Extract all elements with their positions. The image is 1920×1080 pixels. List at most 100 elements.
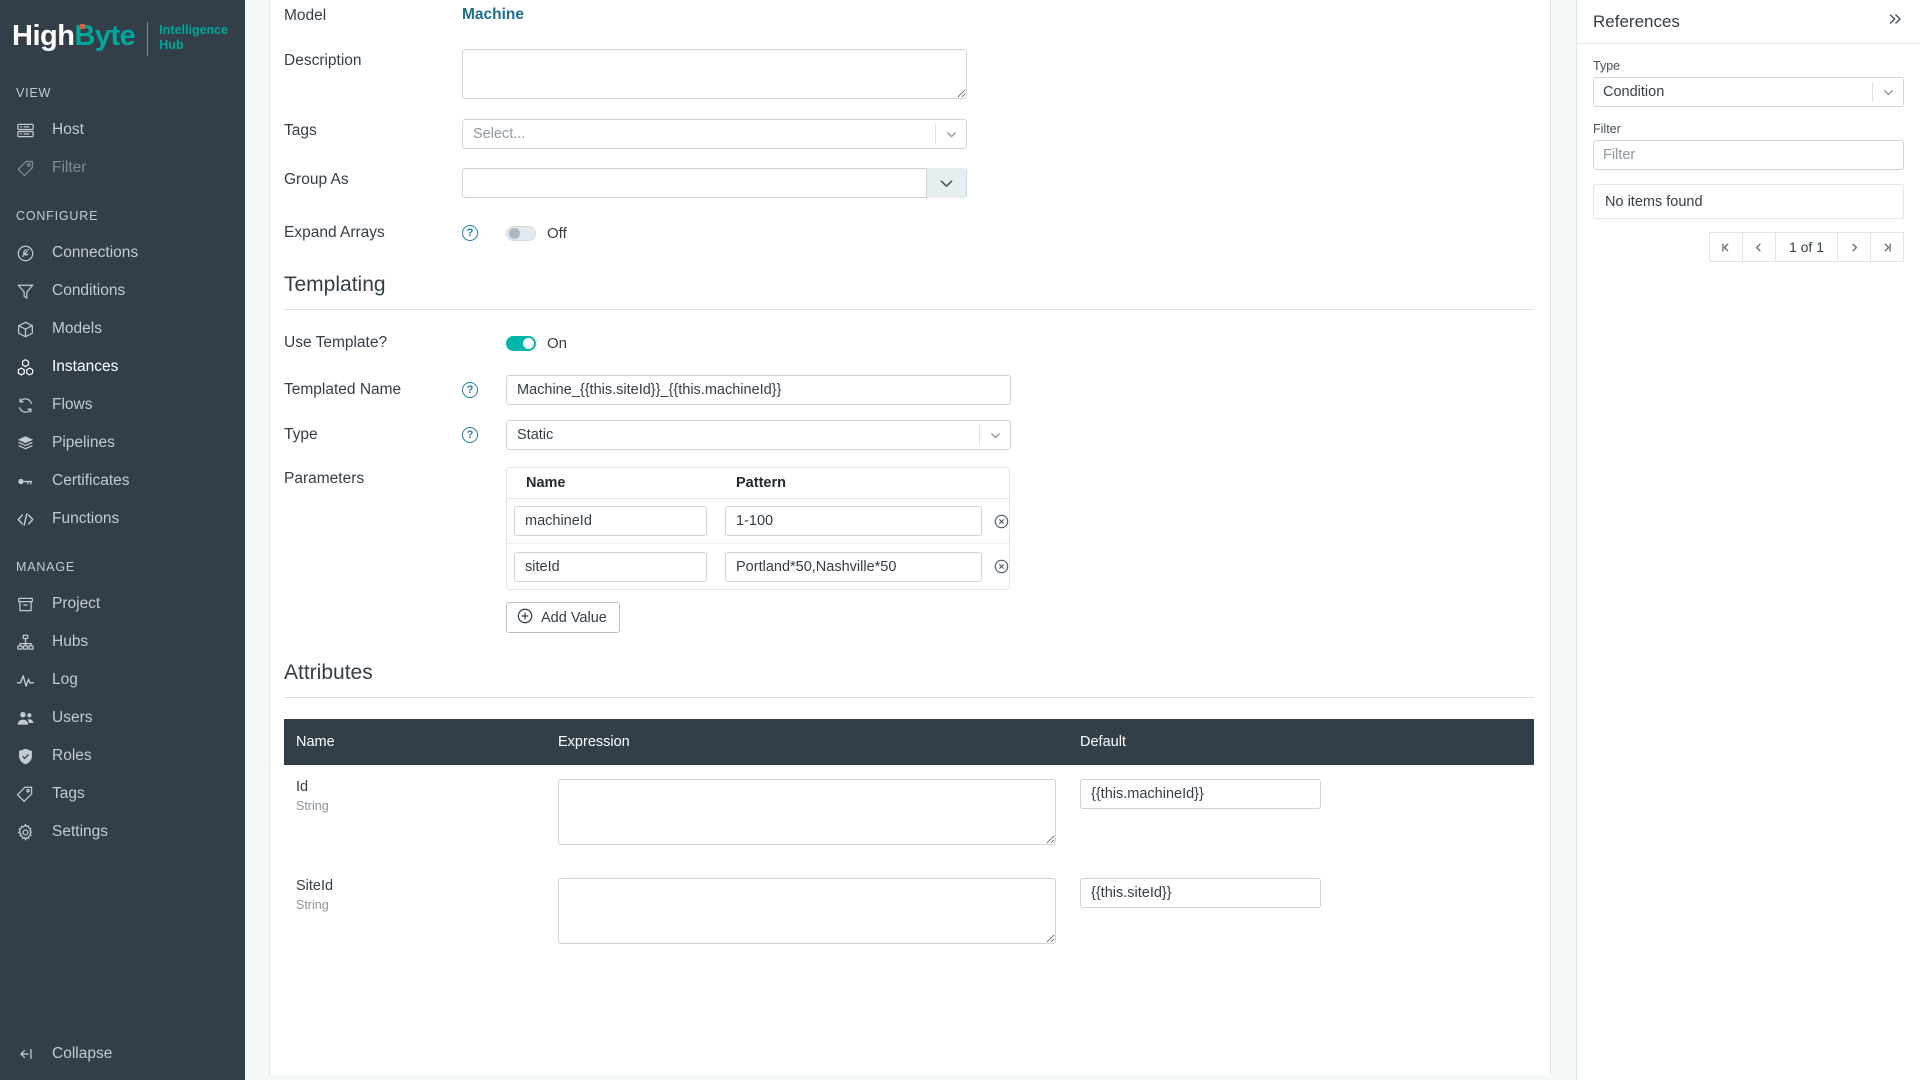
sidebar-item-label: Flows — [52, 396, 93, 413]
references-filter-label: Filter — [1593, 122, 1621, 136]
collapse-label: Collapse — [52, 1045, 113, 1062]
help-icon[interactable]: ? — [462, 427, 478, 443]
field-label-expand-arrays: Expand Arrays — [284, 224, 385, 241]
sidebar-item-label: Host — [52, 121, 84, 138]
chevron-down-icon[interactable] — [936, 128, 966, 141]
attributes-table-body: Id String {{this.machineId}} SiteId Stri… — [284, 765, 1534, 963]
table-row: Id String — [284, 765, 1534, 864]
close-circle-icon[interactable] — [994, 559, 1009, 574]
sidebar-item-filter[interactable]: Filter — [0, 149, 245, 187]
chevron-left-icon[interactable] — [1741, 232, 1776, 262]
field-template-type: Type ? Static — [284, 405, 1534, 450]
sidebar-item-instances[interactable]: Instances — [0, 348, 245, 386]
attribute-default-input[interactable] — [1080, 779, 1321, 809]
close-circle-icon[interactable] — [994, 514, 1009, 529]
parameter-pattern-input[interactable] — [725, 551, 982, 582]
logo[interactable]: HighByte Intelligence Hub — [0, 0, 245, 68]
sidebar: HighByte Intelligence Hub VIEW Host Filt… — [0, 0, 245, 1080]
template-type-select[interactable]: Static — [506, 420, 1011, 450]
sidebar-item-label: Functions — [52, 510, 120, 527]
sidebar-item-flows[interactable]: Flows — [0, 386, 245, 424]
sidebar-item-models[interactable]: Models — [0, 310, 245, 348]
pulse-icon — [16, 670, 40, 690]
add-value-label: Add Value — [541, 609, 607, 626]
group-as-select[interactable] — [462, 168, 967, 198]
sidebar-item-project[interactable]: Project — [0, 585, 245, 623]
field-label-tags: Tags — [284, 122, 317, 139]
references-type-select[interactable]: Condition — [1593, 77, 1904, 107]
field-label-description: Description — [284, 52, 362, 69]
attribute-expression-textarea[interactable] — [558, 779, 1056, 845]
parameter-name-input[interactable] — [514, 506, 707, 536]
sidebar-item-label: Hubs — [52, 633, 89, 650]
chevron-down-icon[interactable] — [1873, 86, 1903, 99]
references-pager: 1 of 1 — [1593, 232, 1904, 262]
sidebar-item-log[interactable]: Log — [0, 661, 245, 699]
sidebar-item-label: Settings — [52, 823, 109, 840]
field-label-parameters: Parameters — [284, 470, 365, 487]
chevron-double-right-icon[interactable] — [1886, 10, 1904, 33]
sidebar-item-pipelines[interactable]: Pipelines — [0, 424, 245, 462]
shield-check-icon — [16, 746, 40, 766]
page-first-icon[interactable] — [1708, 232, 1743, 262]
sidebar-item-roles[interactable]: Roles — [0, 737, 245, 775]
sidebar-item-host[interactable]: Host — [0, 111, 245, 149]
logo-text-high: High — [12, 20, 75, 52]
attribute-default-cell — [1068, 765, 1534, 864]
chevron-down-icon[interactable] — [926, 168, 966, 198]
expand-arrays-state: Off — [547, 224, 567, 242]
chevron-down-icon[interactable] — [980, 429, 1010, 442]
sidebar-item-label: Models — [52, 320, 102, 337]
add-value-button[interactable]: Add Value — [506, 602, 620, 633]
gear-icon — [16, 822, 40, 842]
attribute-name: SiteId — [296, 878, 334, 894]
column-header-default: Default — [1068, 719, 1534, 765]
attribute-expression-textarea[interactable] — [558, 878, 1056, 944]
references-filter-input[interactable] — [1593, 140, 1904, 170]
sidebar-item-users[interactable]: Users — [0, 699, 245, 737]
references-empty-message: No items found — [1593, 184, 1904, 219]
nav-group-header-view: VIEW — [16, 86, 52, 100]
attribute-default-cell — [1068, 864, 1534, 963]
sidebar-item-certificates[interactable]: Certificates — [0, 462, 245, 500]
page-last-icon[interactable] — [1870, 232, 1904, 262]
column-header-expression: Expression — [546, 719, 1068, 765]
references-type-label: Type — [1593, 59, 1621, 73]
attribute-default-input[interactable] — [1080, 878, 1321, 908]
parameters-table-header: Name Pattern — [507, 468, 1009, 499]
references-panel: References Type Condition Filter No item… — [1576, 0, 1920, 1080]
help-icon[interactable]: ? — [462, 382, 478, 398]
sidebar-item-functions[interactable]: Functions — [0, 500, 245, 538]
help-icon[interactable]: ? — [462, 225, 478, 241]
description-textarea[interactable] — [462, 49, 967, 99]
cubes-icon — [16, 357, 40, 377]
templated-name-input[interactable] — [506, 375, 1011, 405]
model-value-link[interactable]: Machine — [462, 4, 524, 24]
sidebar-item-label: Roles — [52, 747, 92, 764]
use-template-toggle[interactable] — [506, 335, 536, 351]
sidebar-item-label: Certificates — [52, 472, 130, 489]
collapse-sidebar-button[interactable]: Collapse — [0, 1028, 245, 1080]
sidebar-item-connections[interactable]: Connections — [0, 234, 245, 272]
app-root: HighByte Intelligence Hub VIEW Host Filt… — [0, 0, 1920, 1080]
parameter-pattern-input[interactable] — [725, 506, 982, 536]
sidebar-item-tags[interactable]: Tags — [0, 775, 245, 813]
sidebar-item-settings[interactable]: Settings — [0, 813, 245, 851]
expand-arrays-toggle[interactable] — [506, 225, 536, 241]
field-label-templated-name: Templated Name — [284, 381, 402, 398]
field-model: Model Machine — [284, 0, 1534, 25]
attribute-expression-cell — [546, 765, 1068, 864]
column-header-name: Name — [526, 475, 566, 491]
parameter-pattern-cell — [715, 551, 1009, 582]
plus-circle-icon — [517, 608, 533, 628]
chevron-right-icon[interactable] — [1837, 232, 1871, 262]
sidebar-item-hubs[interactable]: Hubs — [0, 623, 245, 661]
sidebar-item-conditions[interactable]: Conditions — [0, 272, 245, 310]
parameter-name-input[interactable] — [514, 551, 707, 582]
toggle-knob — [509, 227, 520, 239]
parameter-row — [507, 544, 1009, 589]
tags-select[interactable]: Select... — [462, 119, 967, 149]
attributes-table-wrap: Name Expression Default Id String {{this… — [284, 698, 1534, 963]
sidebar-item-label: Log — [52, 671, 78, 688]
references-title: References — [1593, 11, 1680, 31]
